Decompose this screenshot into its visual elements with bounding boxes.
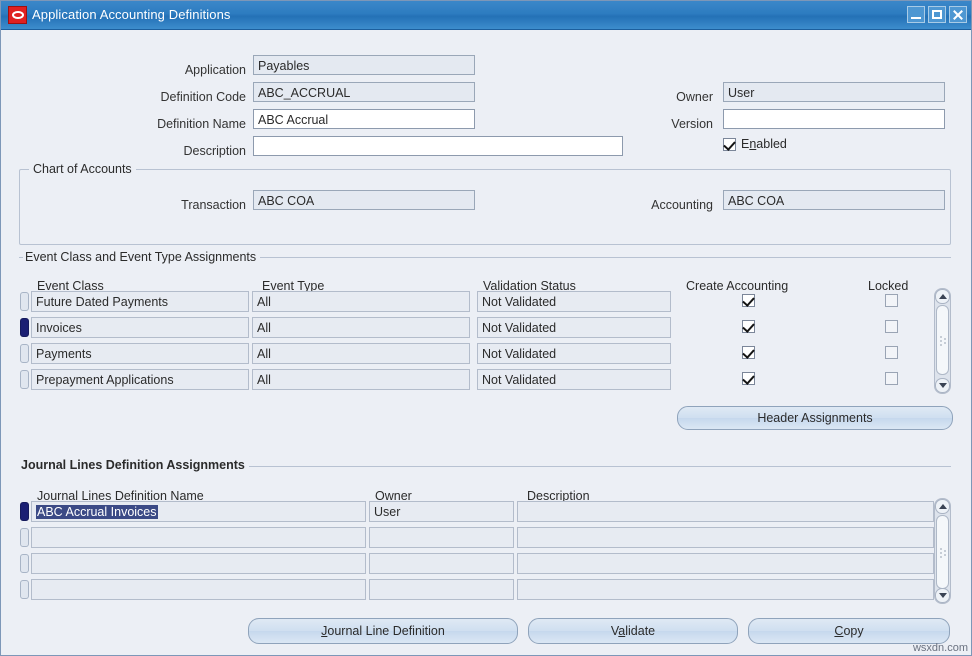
- jld-name-cell-text: ABC Accrual Invoices: [36, 505, 158, 519]
- event-class-cell[interactable]: Future Dated Payments: [31, 291, 249, 312]
- jld-owner-cell[interactable]: User: [369, 501, 514, 522]
- scroll-up-arrow-icon[interactable]: [935, 499, 950, 514]
- window-titlebar: Application Accounting Definitions: [1, 1, 971, 30]
- close-button[interactable]: [949, 6, 967, 23]
- jld-owner-cell[interactable]: [369, 527, 514, 548]
- description-label: Description: [183, 144, 246, 158]
- jld-row-indicator[interactable]: [20, 554, 29, 573]
- application-label: Application: [184, 63, 246, 77]
- jld-owner-cell[interactable]: [369, 579, 514, 600]
- event-row-indicator[interactable]: [20, 318, 29, 337]
- scroll-down-arrow-icon[interactable]: [935, 588, 950, 603]
- definition-code-field[interactable]: ABC_ACCRUAL: [253, 82, 475, 102]
- jld-name-cell[interactable]: ABC Accrual Invoices: [31, 501, 366, 522]
- scrollbar-thumb[interactable]: [936, 515, 949, 589]
- jld-owner-cell[interactable]: [369, 553, 514, 574]
- validation-status-cell[interactable]: Not Validated: [477, 343, 671, 364]
- locked-checkbox[interactable]: [885, 346, 898, 359]
- jld-description-cell[interactable]: [517, 579, 934, 600]
- maximize-button[interactable]: [928, 6, 946, 23]
- event-row-indicator[interactable]: [20, 292, 29, 311]
- jld-table-scrollbar[interactable]: [934, 498, 951, 604]
- event-class-cell[interactable]: Prepayment Applications: [31, 369, 249, 390]
- copy-button[interactable]: Copy: [748, 618, 950, 644]
- definition-name-field[interactable]: ABC Accrual: [253, 109, 475, 129]
- scroll-up-arrow-icon[interactable]: [935, 289, 950, 304]
- application-window: Application Accounting Definitions Appli…: [0, 0, 972, 656]
- transaction-label: Transaction: [181, 198, 246, 212]
- validation-status-cell[interactable]: Not Validated: [477, 291, 671, 312]
- definition-name-label: Definition Name: [157, 117, 246, 131]
- jld-description-cell[interactable]: [517, 501, 934, 522]
- window-controls: [907, 6, 967, 23]
- accounting-label: Accounting: [651, 198, 713, 212]
- enabled-label-after: abled: [756, 137, 787, 151]
- journal-lines-title: Journal Lines Definition Assignments: [19, 458, 249, 472]
- event-row-indicator[interactable]: [20, 344, 29, 363]
- version-label: Version: [671, 117, 713, 131]
- validation-status-cell[interactable]: Not Validated: [477, 369, 671, 390]
- create-accounting-checkbox[interactable]: [742, 294, 755, 307]
- oracle-logo-icon: [8, 6, 27, 24]
- event-type-cell[interactable]: All: [252, 369, 470, 390]
- create-accounting-checkbox[interactable]: [742, 320, 755, 333]
- form-canvas: Application Payables Definition Code ABC…: [1, 30, 971, 655]
- locked-column-header: Locked: [868, 279, 909, 293]
- scrollbar-thumb[interactable]: [936, 305, 949, 375]
- enabled-checkbox-label: Enabled: [741, 137, 787, 151]
- event-table-scrollbar[interactable]: [934, 288, 951, 394]
- copy-btn-label-after: opy: [843, 624, 864, 638]
- event-type-cell[interactable]: All: [252, 317, 470, 338]
- locked-checkbox[interactable]: [885, 372, 898, 385]
- enabled-checkbox[interactable]: [723, 138, 736, 151]
- owner-field[interactable]: User: [723, 82, 945, 102]
- event-assignments-title: Event Class and Event Type Assignments: [23, 250, 261, 264]
- definition-code-label: Definition Code: [160, 90, 246, 104]
- owner-label: Owner: [676, 90, 713, 104]
- header-assignments-button-label: Header Assignments: [757, 411, 873, 425]
- jld-description-cell[interactable]: [517, 527, 934, 548]
- create-accounting-column-header: Create Accounting: [686, 279, 789, 293]
- event-class-cell[interactable]: Invoices: [31, 317, 249, 338]
- validate-btn-label-after: lidate: [625, 624, 656, 638]
- scroll-down-arrow-icon[interactable]: [935, 378, 950, 393]
- locked-checkbox[interactable]: [885, 294, 898, 307]
- event-type-cell[interactable]: All: [252, 343, 470, 364]
- jld-btn-label-after: ournal Line Definition: [327, 624, 445, 638]
- validate-button[interactable]: Validate: [528, 618, 738, 644]
- event-type-cell[interactable]: All: [252, 291, 470, 312]
- journal-line-definition-button[interactable]: Journal Line Definition: [248, 618, 518, 644]
- jld-name-cell[interactable]: [31, 527, 366, 548]
- event-row-indicator[interactable]: [20, 370, 29, 389]
- jld-row-indicator[interactable]: [20, 580, 29, 599]
- version-field[interactable]: [723, 109, 945, 129]
- create-accounting-checkbox[interactable]: [742, 372, 755, 385]
- jld-row-indicator[interactable]: [20, 502, 29, 521]
- window-title: Application Accounting Definitions: [32, 7, 231, 22]
- jld-name-cell[interactable]: [31, 579, 366, 600]
- watermark: wsxdn.com: [912, 642, 968, 654]
- transaction-coa-field[interactable]: ABC COA: [253, 190, 475, 210]
- header-assignments-button[interactable]: Header Assignments: [677, 406, 953, 430]
- event-class-cell[interactable]: Payments: [31, 343, 249, 364]
- chart-of-accounts-group-title: Chart of Accounts: [29, 162, 136, 176]
- jld-row-indicator[interactable]: [20, 528, 29, 547]
- validation-status-cell[interactable]: Not Validated: [477, 317, 671, 338]
- minimize-button[interactable]: [907, 6, 925, 23]
- description-field[interactable]: [253, 136, 623, 156]
- accounting-coa-field[interactable]: ABC COA: [723, 190, 945, 210]
- scrollbar-grip-icon: [940, 548, 948, 558]
- jld-name-cell[interactable]: [31, 553, 366, 574]
- application-field[interactable]: Payables: [253, 55, 475, 75]
- create-accounting-checkbox[interactable]: [742, 346, 755, 359]
- scrollbar-grip-icon: [940, 336, 948, 346]
- jld-description-cell[interactable]: [517, 553, 934, 574]
- locked-checkbox[interactable]: [885, 320, 898, 333]
